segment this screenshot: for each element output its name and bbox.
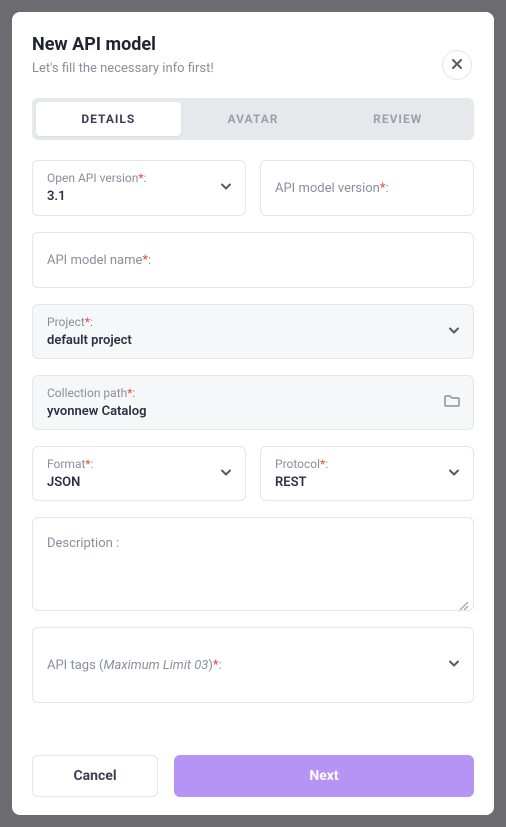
- api-model-version-input[interactable]: API model version*:: [260, 160, 474, 216]
- chevron-down-icon: [219, 464, 233, 483]
- field-value: default project: [47, 333, 459, 348]
- field-label: Open API version*:: [47, 171, 231, 185]
- tab-review[interactable]: REVIEW: [325, 102, 470, 136]
- api-model-name-input[interactable]: API model name*:: [32, 232, 474, 288]
- chevron-down-icon: [447, 464, 461, 483]
- field-label: API model name*:: [47, 253, 151, 268]
- folder-icon: [443, 392, 461, 414]
- field-label: Description :: [47, 536, 459, 551]
- tab-details[interactable]: DETAILS: [36, 102, 181, 136]
- modal-footer: Cancel Next: [32, 755, 474, 797]
- field-value: REST: [275, 475, 459, 490]
- project-select[interactable]: Project*: default project: [32, 304, 474, 359]
- field-value: JSON: [47, 475, 231, 490]
- format-select[interactable]: Format*: JSON: [32, 446, 246, 501]
- chevron-down-icon: [447, 322, 461, 341]
- close-icon: [450, 56, 464, 75]
- api-tags-select[interactable]: API tags (Maximum Limit 03)*:: [32, 627, 474, 703]
- resize-handle-icon[interactable]: [459, 596, 469, 606]
- step-tabs: DETAILS AVATAR REVIEW: [32, 98, 474, 140]
- tab-avatar[interactable]: AVATAR: [181, 102, 326, 136]
- field-label: Project*:: [47, 315, 459, 329]
- field-value: 3.1: [47, 189, 231, 204]
- new-api-model-modal: New API model Let's fill the necessary i…: [12, 12, 494, 815]
- next-button[interactable]: Next: [174, 755, 474, 797]
- cancel-button[interactable]: Cancel: [32, 755, 158, 797]
- description-textarea[interactable]: Description :: [32, 517, 474, 611]
- modal-title: New API model: [32, 34, 474, 55]
- collection-path-field[interactable]: Collection path*: yvonnew Catalog: [32, 375, 474, 430]
- form: Open API version*: 3.1 API model version…: [32, 160, 474, 703]
- open-api-version-select[interactable]: Open API version*: 3.1: [32, 160, 246, 216]
- close-button[interactable]: [442, 50, 472, 80]
- protocol-select[interactable]: Protocol*: REST: [260, 446, 474, 501]
- field-label: API tags (Maximum Limit 03)*:: [47, 658, 222, 673]
- field-label: Format*:: [47, 457, 231, 471]
- field-value: yvonnew Catalog: [47, 404, 459, 419]
- modal-subtitle: Let's fill the necessary info first!: [32, 61, 474, 76]
- chevron-down-icon: [447, 656, 461, 675]
- field-label: API model version*:: [275, 181, 389, 196]
- chevron-down-icon: [219, 179, 233, 198]
- field-label: Collection path*:: [47, 386, 459, 400]
- field-label: Protocol*:: [275, 457, 459, 471]
